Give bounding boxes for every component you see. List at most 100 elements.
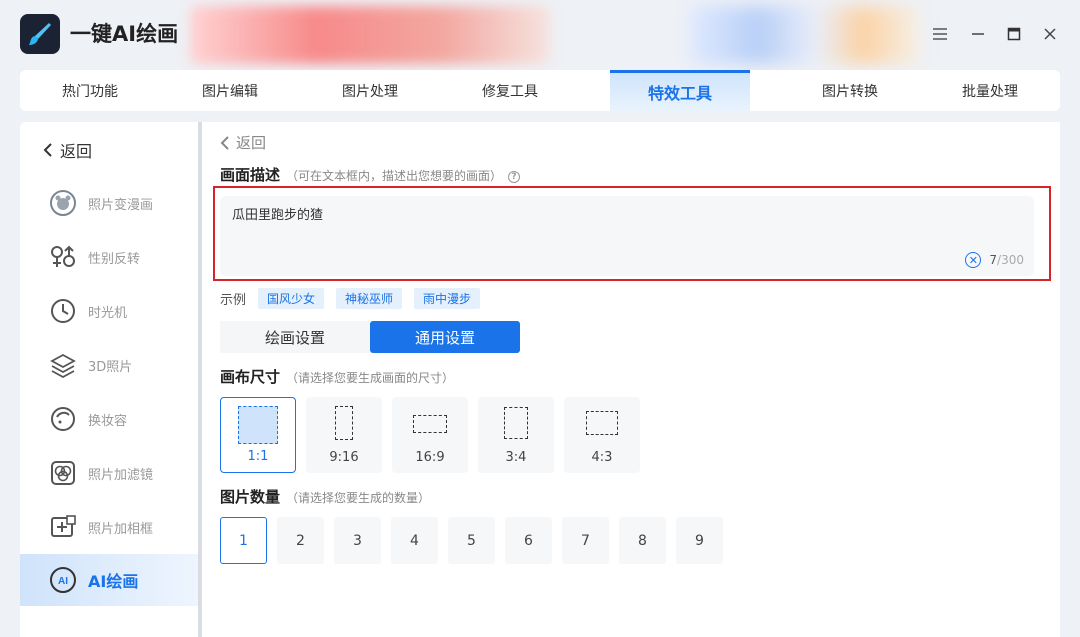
title-bar: 一键AI绘画 (0, 0, 1080, 68)
minimize-button[interactable] (966, 22, 990, 46)
sidebar-item-ai-paint[interactable]: AI AI绘画 (20, 554, 198, 606)
examples-row: 示例 国风少女 神秘巫师 雨中漫步 (220, 288, 492, 309)
description-hint: （可在文本框内，描述出您想要的画面） (286, 169, 503, 183)
tab-hot-features[interactable]: 热门功能 (20, 70, 160, 111)
canvas-size-section-title: 画布尺寸 （请选择您要生成画面的尺寸） (220, 366, 454, 387)
chevron-left-icon (220, 135, 229, 150)
ratio-label: 9:16 (329, 450, 359, 465)
tab-image-process[interactable]: 图片处理 (300, 70, 440, 111)
clock-icon (48, 296, 78, 326)
sidebar-back-label: 返回 (60, 142, 93, 161)
count-option[interactable]: 6 (505, 517, 552, 564)
tab-image-edit[interactable]: 图片编辑 (160, 70, 300, 111)
count-option[interactable]: 4 (391, 517, 438, 564)
menu-button[interactable] (928, 22, 952, 46)
filter-icon (48, 458, 78, 488)
image-count-options: 1 2 3 4 5 6 7 8 9 (220, 517, 723, 564)
canvas-size-options: 1:1 9:16 16:9 3:4 4:3 (220, 397, 640, 473)
sidebar-item-photo-frame[interactable]: 照片加相框 (20, 501, 198, 553)
sidebar-item-3d-photo[interactable]: 3D照片 (20, 339, 198, 391)
sidebar-item-time-machine[interactable]: 时光机 (20, 285, 198, 337)
bear-face-icon (48, 188, 78, 218)
count-option[interactable]: 8 (619, 517, 666, 564)
sidebar-back-button[interactable]: 返回 (42, 138, 92, 162)
ratio-shape (335, 406, 353, 440)
image-count-title: 图片数量 (220, 488, 281, 506)
help-icon[interactable]: ? (508, 171, 521, 183)
sidebar-item-label: 时光机 (88, 305, 128, 321)
frame-plus-icon (48, 512, 78, 542)
paintbrush-icon (29, 23, 51, 45)
settings-tabs: 绘画设置 通用设置 (220, 321, 520, 353)
blurred-banner (190, 6, 550, 64)
count-option[interactable]: 2 (277, 517, 324, 564)
char-counter: ✕ 7/300 (965, 252, 1024, 268)
description-title: 画面描述 (220, 166, 281, 184)
count-option[interactable]: 3 (334, 517, 381, 564)
sidebar-item-label: 性别反转 (88, 251, 141, 267)
main-back-button[interactable]: 返回 (220, 132, 266, 153)
count-option[interactable]: 5 (448, 517, 495, 564)
description-textarea[interactable]: 瓜田里跑步的猹 ✕ 7/300 (220, 196, 1034, 276)
count-max: /300 (997, 253, 1024, 267)
sidebar-item-label: 照片加相框 (88, 521, 154, 537)
example-chip[interactable]: 国风少女 (258, 288, 325, 309)
ratio-option-9-16[interactable]: 9:16 (306, 397, 382, 473)
app-title: 一键AI绘画 (70, 22, 179, 46)
main-panel: 返回 画面描述 （可在文本框内，描述出您想要的画面）? 瓜田里跑步的猹 ✕ 7/3… (202, 122, 1060, 637)
count-option[interactable]: 7 (562, 517, 609, 564)
sidebar-item-gender-swap[interactable]: 性别反转 (20, 231, 198, 283)
close-button[interactable] (1038, 22, 1062, 46)
layers-icon (48, 350, 78, 380)
count-current: 7 (989, 253, 998, 267)
ratio-label: 1:1 (247, 449, 269, 464)
image-count-hint: （请选择您要生成的数量） (286, 491, 431, 505)
example-chip[interactable]: 神秘巫师 (336, 288, 403, 309)
ratio-label: 4:3 (591, 450, 613, 465)
ratio-option-1-1[interactable]: 1:1 (220, 397, 296, 473)
sidebar-item-photo-to-comic[interactable]: 照片变漫画 (20, 177, 198, 229)
count-option[interactable]: 1 (220, 517, 267, 564)
tab-effect-tools[interactable]: 特效工具 (610, 70, 750, 111)
examples-label: 示例 (220, 293, 247, 308)
description-section-title: 画面描述 （可在文本框内，描述出您想要的画面）? (220, 164, 521, 185)
image-count-section-title: 图片数量 （请选择您要生成的数量） (220, 486, 430, 507)
sidebar: 返回 照片变漫画 性别反转 时光机 3D照片 换妆容 照片加滤镜 照片加相框 A… (20, 122, 198, 637)
maximize-button[interactable] (1002, 22, 1026, 46)
minimize-icon (972, 33, 984, 35)
ratio-shape (413, 415, 447, 433)
blurred-banner (690, 6, 920, 64)
tab-paint-settings[interactable]: 绘画设置 (220, 321, 370, 353)
tab-repair-tools[interactable]: 修复工具 (440, 70, 580, 111)
ratio-option-16-9[interactable]: 16:9 (392, 397, 468, 473)
ratio-label: 16:9 (415, 450, 445, 465)
app-logo (20, 14, 60, 54)
tab-general-settings[interactable]: 通用设置 (370, 321, 520, 353)
ai-paint-icon: AI (48, 565, 78, 595)
chevron-left-icon (43, 143, 52, 157)
example-chip[interactable]: 雨中漫步 (414, 288, 481, 309)
sidebar-item-photo-filter[interactable]: 照片加滤镜 (20, 447, 198, 499)
ratio-option-3-4[interactable]: 3:4 (478, 397, 554, 473)
tab-batch-process[interactable]: 批量处理 (920, 70, 1060, 111)
ratio-shape (586, 411, 618, 435)
canvas-size-hint: （请选择您要生成画面的尺寸） (286, 371, 455, 385)
sidebar-item-label: AI绘画 (88, 572, 139, 591)
sidebar-item-makeup[interactable]: 换妆容 (20, 393, 198, 445)
description-text: 瓜田里跑步的猹 (232, 208, 324, 223)
top-nav: 热门功能 图片编辑 图片处理 修复工具 特效工具 图片转换 批量处理 (20, 70, 1060, 111)
clear-icon[interactable]: ✕ (965, 252, 982, 268)
count-option[interactable]: 9 (676, 517, 723, 564)
sidebar-item-label: 换妆容 (88, 413, 128, 429)
ratio-shape (504, 407, 528, 439)
maximize-icon (1007, 27, 1021, 41)
svg-text:AI: AI (58, 576, 68, 587)
sidebar-item-label: 照片变漫画 (88, 197, 154, 213)
sidebar-item-label: 3D照片 (88, 359, 133, 375)
face-profile-icon (48, 404, 78, 434)
ratio-option-4-3[interactable]: 4:3 (564, 397, 640, 473)
ratio-shape (238, 406, 278, 444)
menu-icon (933, 28, 947, 40)
tab-image-convert[interactable]: 图片转换 (780, 70, 920, 111)
canvas-size-title: 画布尺寸 (220, 368, 281, 386)
